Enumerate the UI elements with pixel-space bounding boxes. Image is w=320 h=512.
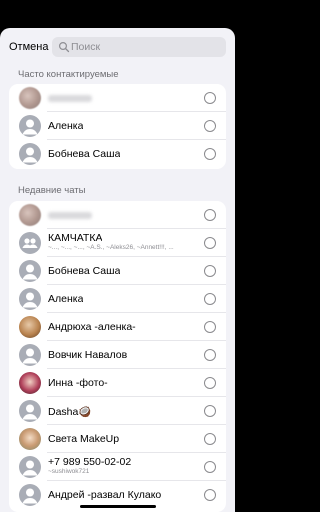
select-radio[interactable] [204,148,216,160]
recent-row[interactable]: Аленка [9,285,226,313]
select-radio[interactable] [204,92,216,104]
frequent-section-title: Часто контактируемые [18,69,119,80]
home-indicator [80,505,156,508]
chat-name: +7 989 550-02-02 [48,456,132,468]
avatar [19,204,41,226]
chat-name: Бобнева Саша [48,148,121,160]
avatar [19,87,41,109]
recent-row[interactable]: Вовчик Навалов [9,341,226,369]
top-bar: Отмена Поиск [0,28,235,68]
chat-subtitle: ~sushiwok721 [48,468,90,475]
hidden-name [48,95,92,102]
chat-name: Света MakeUp [48,433,120,445]
recent-row[interactable]: +7 989 550-02-02 ~sushiwok721 [9,453,226,481]
select-radio[interactable] [204,349,216,361]
select-radio[interactable] [204,461,216,473]
chat-name: Андрюха -аленка- [48,321,136,333]
select-radio[interactable] [204,321,216,333]
avatar [19,372,41,394]
recent-row[interactable] [9,201,226,229]
recent-row[interactable]: Света MakeUp [9,425,226,453]
chat-name: Dasha🥥 [48,406,92,418]
select-radio[interactable] [204,293,216,305]
person-icon [19,456,41,478]
avatar [19,316,41,338]
select-radio[interactable] [204,120,216,132]
chat-name: Аленка [48,120,84,132]
select-radio[interactable] [204,433,216,445]
select-radio[interactable] [204,237,216,249]
cancel-button[interactable]: Отмена [9,41,48,53]
recent-section-title: Недавние чаты [18,185,86,196]
frequent-row[interactable] [9,84,226,112]
search-input[interactable]: Поиск [52,37,226,57]
select-radio[interactable] [204,209,216,221]
recent-row[interactable]: Инна -фото- [9,369,226,397]
select-radio[interactable] [204,265,216,277]
select-radio[interactable] [204,405,216,417]
share-sheet: Отмена Поиск Часто контактируемые Аленка… [0,28,235,512]
search-icon [58,41,70,53]
person-icon [19,484,41,506]
person-icon [19,288,41,310]
select-radio[interactable] [204,489,216,501]
chat-name: Вовчик Навалов [48,349,128,361]
chat-name: Инна -фото- [48,377,108,389]
group-icon [19,232,41,254]
search-placeholder: Поиск [71,41,101,53]
frequent-row[interactable]: Аленка [9,112,226,140]
recent-row[interactable]: Dasha🥥 [9,397,226,425]
chat-subtitle: ~..., ~..., ~..., ~A.S., ~Aleks26, ~Anne… [48,244,174,251]
frequent-row[interactable]: Бобнева Саша [9,140,226,168]
select-radio[interactable] [204,377,216,389]
chat-name: Бобнева Саша [48,265,121,277]
person-icon [19,260,41,282]
chat-name: Андрей -развал Кулако [48,489,162,501]
hidden-name [48,212,92,219]
avatar [19,428,41,450]
recent-chats-list: КАМЧАТКА ~..., ~..., ~..., ~A.S., ~Aleks2… [9,201,226,512]
person-icon [19,115,41,137]
person-icon [19,344,41,366]
person-icon [19,400,41,422]
person-icon [19,143,41,165]
recent-row[interactable]: Андрюха -аленка- [9,313,226,341]
frequent-contacts-list: Аленка Бобнева Саша [9,84,226,169]
recent-row[interactable]: Бобнева Саша [9,257,226,285]
chat-name: КАМЧАТКА [48,232,103,244]
chat-name: Аленка [48,293,84,305]
recent-row[interactable]: КАМЧАТКА ~..., ~..., ~..., ~A.S., ~Aleks2… [9,229,226,257]
